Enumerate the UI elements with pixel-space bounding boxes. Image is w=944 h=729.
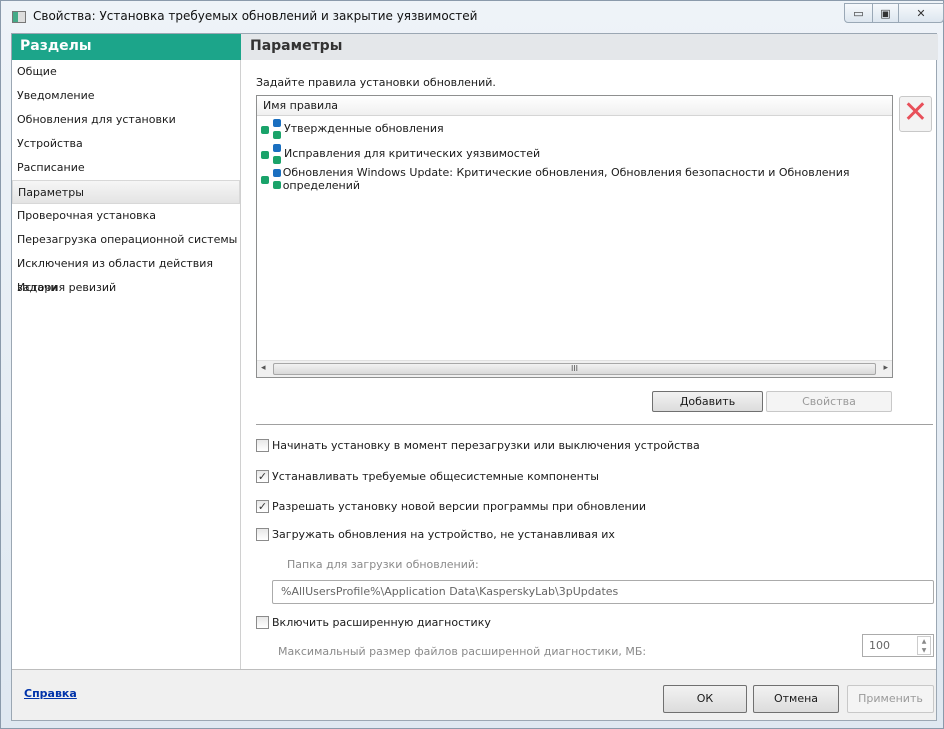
checkbox-label: Устанавливать требуемые общесистемные ко… [272, 470, 599, 483]
horizontal-scrollbar[interactable]: ◂ III ▸ [257, 360, 892, 377]
checkbox-checked[interactable]: ✓ [256, 470, 269, 483]
spin-up-icon[interactable]: ▲ [918, 637, 930, 646]
option-new-version[interactable]: ✓ Разрешать установку новой версии програ… [256, 500, 646, 513]
rule-icon [261, 168, 282, 190]
add-button[interactable]: Добавить [652, 391, 763, 412]
checkbox[interactable] [256, 439, 269, 452]
scroll-thumb[interactable]: III [273, 363, 876, 375]
list-item[interactable]: Обновления Windows Update: Критические о… [257, 165, 892, 192]
window-title: Свойства: Установка требуемых обновлений… [33, 9, 478, 23]
sidebar-item-test-install[interactable]: Проверочная установка [12, 204, 240, 228]
app-icon [12, 11, 26, 23]
option-system-components[interactable]: ✓ Устанавливать требуемые общесистемные к… [256, 470, 599, 483]
checkbox-label: Загружать обновления на устройство, не у… [272, 528, 615, 541]
option-install-on-reboot[interactable]: Начинать установку в момент перезагрузки… [256, 439, 700, 452]
spin-down-icon[interactable]: ▼ [918, 646, 930, 655]
column-header-rule-name[interactable]: Имя правила [257, 96, 892, 116]
sections-header: Разделы [12, 34, 241, 60]
max-size-label: Максимальный размер файлов расширенной д… [278, 645, 647, 658]
rule-icon [261, 143, 283, 165]
option-extended-diagnostics[interactable]: Включить расширенную диагностику [256, 616, 491, 629]
intro-text: Задайте правила установки обновлений. [256, 76, 496, 89]
sidebar-item-notification[interactable]: Уведомление [12, 84, 240, 108]
checkbox-label: Включить расширенную диагностику [272, 616, 491, 629]
rule-name: Утвержденные обновления [284, 122, 444, 135]
rules-list[interactable]: Имя правила Утвержденные обновления Испр… [256, 95, 893, 378]
close-button[interactable]: ✕ [898, 3, 944, 23]
scroll-left-icon[interactable]: ◂ [261, 363, 266, 373]
sidebar-item-devices[interactable]: Устройства [12, 132, 240, 156]
checkbox-label: Разрешать установку новой версии програм… [272, 500, 646, 513]
list-item[interactable]: Исправления для критических уязвимостей [257, 141, 892, 166]
help-link[interactable]: Справка [24, 687, 77, 700]
option-download-only[interactable]: Загружать обновления на устройство, не у… [256, 528, 615, 541]
sidebar-item-exclusions[interactable]: Исключения из области действия задачи [12, 252, 240, 294]
sidebar-item-parameters[interactable]: Параметры [12, 180, 240, 204]
footer-bar: Справка ОК Отмена Применить [12, 669, 936, 720]
sidebar-item-schedule[interactable]: Расписание [12, 156, 240, 180]
max-size-stepper[interactable]: 100 ▲ ▼ [862, 634, 934, 657]
rule-name: Обновления Windows Update: Критические о… [282, 165, 850, 192]
stepper-buttons[interactable]: ▲ ▼ [917, 636, 931, 655]
cancel-button[interactable]: Отмена [753, 685, 839, 713]
divider [256, 424, 933, 425]
sidebar-item-general[interactable]: Общие [12, 60, 240, 84]
delete-rule-button[interactable]: ✕ [899, 96, 932, 132]
sidebar: Общие Уведомление Обновления для установ… [12, 60, 241, 669]
maximize-button[interactable]: ▣ [872, 3, 899, 23]
rule-icon [261, 118, 283, 140]
scroll-right-icon[interactable]: ▸ [883, 363, 888, 373]
properties-button[interactable]: Свойства [766, 391, 892, 412]
apply-button[interactable]: Применить [847, 685, 934, 713]
folder-path-input[interactable]: %AllUsersProfile%\Application Data\Kaspe… [272, 580, 934, 604]
content-area: Разделы Параметры Общие Уведомление Обно… [11, 33, 938, 721]
list-item[interactable]: Утвержденные обновления [257, 116, 892, 141]
delete-icon: ✕ [902, 95, 929, 130]
checkbox[interactable] [256, 616, 269, 629]
checkbox-checked[interactable]: ✓ [256, 500, 269, 513]
max-size-value: 100 [869, 639, 890, 652]
rule-name: Исправления для критических уязвимостей [284, 147, 541, 160]
dialog-window: Свойства: Установка требуемых обновлений… [0, 0, 944, 729]
ok-button[interactable]: ОК [663, 685, 747, 713]
page-title: Параметры [241, 34, 938, 60]
folder-label: Папка для загрузки обновлений: [287, 558, 479, 571]
sidebar-item-history[interactable]: История ревизий [12, 276, 240, 300]
minimize-button[interactable]: ▭ [844, 3, 873, 23]
checkbox[interactable] [256, 528, 269, 541]
sidebar-item-updates[interactable]: Обновления для установки [12, 108, 240, 132]
sidebar-item-reboot[interactable]: Перезагрузка операционной системы [12, 228, 240, 252]
checkbox-label: Начинать установку в момент перезагрузки… [272, 439, 700, 452]
